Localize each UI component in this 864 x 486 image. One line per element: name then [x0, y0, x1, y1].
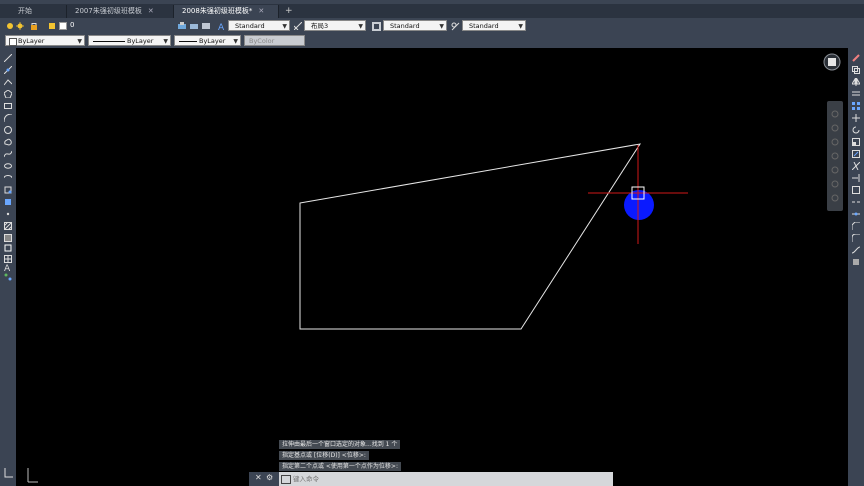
svg-text:A: A — [4, 264, 11, 272]
explode-icon[interactable] — [852, 258, 860, 266]
layer-previous-icon[interactable] — [190, 22, 198, 30]
construction-line-icon[interactable] — [3, 65, 13, 75]
text-style-select[interactable]: Standard ▼ — [228, 20, 290, 31]
command-line: ✕ ⚙ — [249, 472, 613, 486]
plotstyle-select: ByColor — [244, 35, 305, 46]
join-icon[interactable] — [852, 210, 860, 218]
layout-icon[interactable] — [293, 21, 303, 31]
tab-drawing-2008[interactable]: 2008朱强初级班模板* ✕ — [174, 5, 279, 18]
chevron-down-icon: ▼ — [518, 23, 523, 30]
drawing-canvas[interactable] — [16, 48, 848, 486]
insert-block-icon[interactable] — [4, 186, 12, 194]
dimension-style-select[interactable]: Standard ▼ — [383, 20, 447, 31]
grip-hover-marker — [624, 190, 654, 220]
add-selected-icon[interactable] — [4, 273, 12, 281]
trim-icon[interactable] — [851, 161, 861, 171]
chevron-down-icon: ▼ — [233, 38, 238, 45]
extend-icon[interactable] — [852, 174, 860, 182]
command-prompt-icon[interactable] — [281, 475, 291, 484]
document-tab-bar: 开始 2007朱强初级班模板 ✕ 2008朱强初级班模板* ✕ + — [0, 4, 864, 18]
table-style-select[interactable]: Standard ▼ — [462, 20, 526, 31]
table-icon[interactable] — [4, 255, 12, 263]
arc-icon[interactable] — [3, 113, 13, 123]
current-layer-value[interactable]: 0 — [70, 21, 74, 29]
layer-color-icon[interactable] — [48, 22, 56, 30]
rotate-icon[interactable] — [852, 126, 860, 134]
draw-toolbar: A — [0, 48, 16, 486]
command-line-controls: ✕ ⚙ — [249, 472, 279, 486]
modify-toolbar — [848, 48, 864, 486]
command-history-line: 指定基点或 [位移(D)] <位移>: — [279, 451, 369, 460]
command-history-line: 拉伸由最后一个窗口选定的对象...找到 1 个 — [279, 440, 401, 449]
fillet-icon[interactable] — [851, 233, 860, 242]
sun-icon[interactable] — [16, 22, 24, 30]
ellipse-icon[interactable] — [4, 162, 12, 170]
offset-icon[interactable] — [852, 90, 860, 98]
move-icon[interactable] — [852, 114, 860, 122]
ellipse-arc-icon[interactable] — [3, 174, 13, 182]
polyline-icon[interactable] — [3, 78, 13, 86]
mirror-icon[interactable] — [851, 77, 861, 86]
rectangle-icon[interactable] — [4, 102, 12, 110]
tab-start[interactable]: 开始 — [0, 5, 67, 18]
blend-curves-icon[interactable] — [851, 246, 861, 254]
linetype-select[interactable]: ByLayer ▼ — [88, 35, 171, 46]
model-space[interactable] — [16, 48, 848, 486]
polygon-icon[interactable] — [3, 89, 13, 99]
break-at-point-icon[interactable] — [852, 186, 860, 194]
layer-match-icon[interactable] — [178, 22, 186, 30]
make-block-icon[interactable] — [4, 198, 12, 206]
close-icon[interactable]: ✕ — [148, 7, 154, 15]
chevron-down-icon: ▼ — [163, 38, 168, 45]
close-icon[interactable]: ✕ — [258, 7, 264, 15]
hatch-icon[interactable] — [3, 221, 13, 231]
layers-styles-toolbar: 0 A Standard ▼ 布局3 ▼ Standard ▼ Standard ▼ — [0, 18, 864, 35]
gradient-icon[interactable] — [4, 234, 12, 242]
multiline-text-icon[interactable]: A — [4, 263, 12, 274]
command-history-line: 指定第二个点或 <使用第一个点作为位移>: — [279, 462, 401, 471]
chevron-down-icon: ▼ — [77, 38, 82, 45]
array-icon[interactable] — [852, 102, 860, 110]
wrench-icon[interactable]: ⚙ — [266, 473, 273, 482]
region-icon[interactable] — [4, 244, 12, 252]
dimension-style-icon[interactable] — [372, 22, 381, 31]
point-icon[interactable] — [4, 210, 12, 218]
tab-drawing-2007[interactable]: 2007朱强初级班模板 ✕ — [67, 5, 174, 18]
quadrilateral-shape — [299, 143, 642, 330]
scale-icon[interactable] — [852, 138, 860, 146]
chamfer-icon[interactable] — [851, 221, 860, 230]
text-style-icon[interactable]: A — [218, 22, 226, 33]
color-swatch-icon — [9, 38, 17, 46]
close-icon[interactable]: ✕ — [255, 473, 262, 482]
ucs-icon — [4, 468, 13, 478]
line-icon[interactable] — [3, 53, 13, 63]
linetype-preview — [93, 41, 125, 42]
properties-toolbar: ByLayer ▼ ByLayer ▼ ByLayer ▼ ByColor — [0, 34, 864, 49]
layer-lock-icon[interactable] — [30, 22, 38, 30]
erase-icon[interactable] — [852, 54, 860, 62]
new-tab-button[interactable]: + — [279, 5, 299, 18]
chevron-down-icon: ▼ — [439, 23, 444, 30]
command-input[interactable] — [293, 474, 593, 484]
chevron-down-icon: ▼ — [282, 23, 287, 30]
stretch-icon[interactable] — [852, 150, 860, 158]
chevron-down-icon: ▼ — [358, 23, 363, 30]
revision-cloud-icon[interactable] — [4, 138, 12, 146]
circle-icon[interactable] — [4, 126, 12, 134]
layout-select[interactable]: 布局3 ▼ — [304, 20, 366, 31]
spline-icon[interactable] — [3, 150, 13, 158]
layer-state-icon[interactable] — [202, 22, 210, 30]
svg-text:A: A — [218, 23, 225, 31]
color-select[interactable]: ByLayer ▼ — [5, 35, 85, 46]
layer-color-swatch-icon[interactable] — [59, 22, 67, 30]
table-style-icon[interactable] — [451, 22, 460, 31]
lineweight-select[interactable]: ByLayer ▼ — [174, 35, 241, 46]
break-icon[interactable] — [852, 198, 860, 206]
lineweight-preview — [179, 41, 197, 42]
copy-icon[interactable] — [852, 66, 860, 74]
layer-on-icon[interactable] — [6, 22, 14, 30]
